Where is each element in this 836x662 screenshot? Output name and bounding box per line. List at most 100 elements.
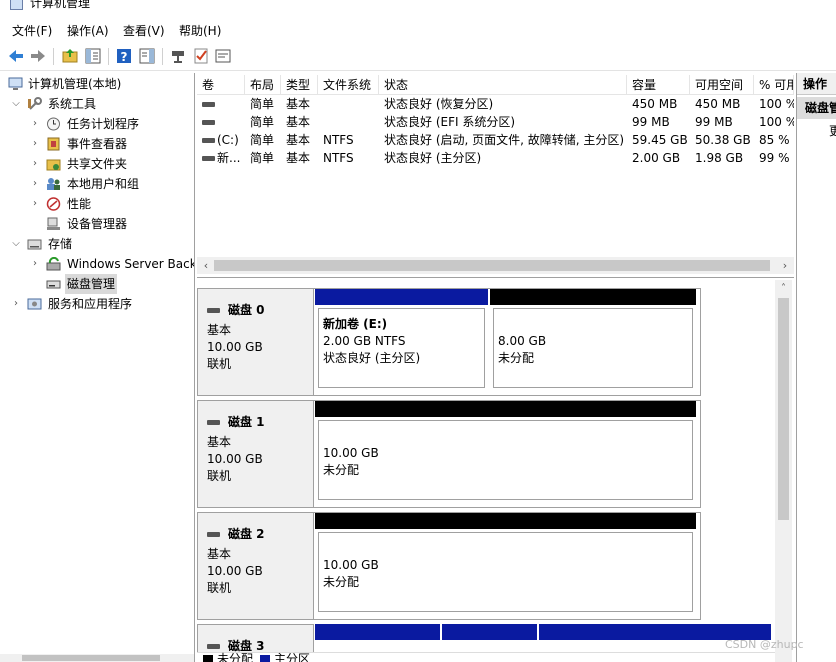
- table-row[interactable]: (C:) 简单 基本 NTFS 状态良好 (启动, 页面文件, 故障转储, 主分…: [197, 131, 794, 149]
- expand-chevron-icon[interactable]: ›: [29, 114, 41, 134]
- volume-list: 卷 布局 类型 文件系统 状态 容量 可用空间 % 可用 简单 基本 状态良好 …: [197, 73, 794, 278]
- navigation-tree: 计算机管理(本地) ⌵ 系统工具 › 任务计划程序 › 事件查看器 › 共享文件…: [0, 73, 195, 662]
- menu-help[interactable]: 帮助(H): [179, 23, 221, 39]
- menu-bar: 文件(F) 操作(A) 查看(V) 帮助(H): [0, 18, 836, 42]
- shared-folder-icon: [46, 159, 61, 171]
- disk-label[interactable]: 磁盘 3: [197, 624, 314, 652]
- table-row[interactable]: 简单 基本 状态良好 (EFI 系统分区) 99 MB 99 MB 100 %: [197, 113, 794, 131]
- actions-more-link[interactable]: 更: [829, 121, 836, 141]
- properties-icon[interactable]: [214, 47, 232, 65]
- table-row[interactable]: 新... 简单 基本 NTFS 状态良好 (主分区) 2.00 GB 1.98 …: [197, 149, 794, 167]
- tools-icon: [28, 97, 42, 110]
- scroll-left-icon[interactable]: ‹: [199, 258, 213, 273]
- computer-management-icon: [8, 77, 23, 90]
- volume-icon: [202, 102, 215, 107]
- disk-label[interactable]: 磁盘 2 基本 10.00 GB 联机: [197, 512, 314, 620]
- legend-unallocated-label: 未分配: [217, 652, 254, 662]
- disk-icon: [207, 644, 220, 649]
- partition-primary[interactable]: [442, 624, 537, 652]
- tree-item-disk-management[interactable]: 磁盘管理: [0, 274, 194, 294]
- disk-label[interactable]: 磁盘 0 基本 10.00 GB 联机: [197, 288, 314, 396]
- scroll-right-icon[interactable]: ›: [778, 258, 792, 273]
- legend-primary-label: 主分区: [274, 652, 311, 662]
- column-header-volume[interactable]: 卷: [197, 75, 245, 95]
- svg-text:?: ?: [121, 50, 128, 64]
- actions-section-disk-management[interactable]: 磁盘管: [797, 97, 836, 119]
- tree-item-root[interactable]: 计算机管理(本地): [0, 74, 194, 94]
- expand-chevron-icon[interactable]: ›: [29, 154, 41, 174]
- partition-primary[interactable]: [315, 624, 440, 652]
- partition-unallocated[interactable]: 10.00 GB 未分配: [315, 513, 696, 619]
- window-title: 计算机管理: [30, 0, 91, 10]
- computer-management-icon: [10, 0, 23, 10]
- expand-chevron-icon[interactable]: ›: [29, 134, 41, 154]
- partition-unallocated[interactable]: 8.00 GB 未分配: [490, 289, 696, 395]
- event-viewer-icon: [47, 137, 60, 151]
- scrollbar-thumb[interactable]: [778, 298, 789, 520]
- tree-horizontal-scrollbar[interactable]: [0, 654, 194, 662]
- performance-icon: [46, 197, 61, 211]
- clock-icon: [47, 117, 60, 131]
- expand-chevron-icon[interactable]: ›: [29, 194, 41, 214]
- disk-row: 磁盘 2 基本 10.00 GB 联机 10.00 GB 未分配: [197, 512, 775, 620]
- menu-action[interactable]: 操作(A): [67, 23, 109, 39]
- disk-row: 磁盘 3: [197, 624, 775, 652]
- show-hide-action-icon[interactable]: [138, 47, 156, 65]
- column-header-type[interactable]: 类型: [281, 75, 318, 95]
- partition-unallocated[interactable]: 10.00 GB 未分配: [315, 401, 696, 507]
- menu-view[interactable]: 查看(V): [123, 23, 165, 39]
- help-icon[interactable]: ?: [115, 47, 133, 65]
- tree-item-windows-server-backup[interactable]: › Windows Server Back: [0, 254, 194, 274]
- storage-icon: [27, 239, 42, 250]
- tree-item-task-scheduler[interactable]: › 任务计划程序: [0, 114, 194, 134]
- column-header-percent-free[interactable]: % 可用: [754, 75, 794, 95]
- scrollbar-thumb[interactable]: [214, 260, 770, 271]
- disk-icon: [207, 532, 220, 537]
- expand-chevron-icon[interactable]: ›: [29, 254, 41, 274]
- table-row[interactable]: 简单 基本 状态良好 (恢复分区) 450 MB 450 MB 100 %: [197, 95, 794, 113]
- tree-item-local-users[interactable]: › 本地用户和组: [0, 174, 194, 194]
- expand-chevron-icon[interactable]: ›: [10, 294, 22, 314]
- up-folder-icon[interactable]: [61, 47, 79, 65]
- back-arrow-icon[interactable]: [7, 47, 25, 65]
- column-header-filesystem[interactable]: 文件系统: [318, 75, 379, 95]
- device-manager-icon: [47, 217, 60, 230]
- tree-item-event-viewer[interactable]: › 事件查看器: [0, 134, 194, 154]
- volume-icon: [202, 156, 215, 161]
- volume-icon: [202, 138, 215, 143]
- collapse-chevron-icon[interactable]: ⌵: [10, 94, 22, 114]
- disk-label[interactable]: 磁盘 1 基本 10.00 GB 联机: [197, 400, 314, 508]
- legend: 未分配 主分区: [197, 652, 775, 662]
- services-icon: [27, 298, 42, 310]
- legend-unallocated-swatch: [203, 655, 213, 662]
- tree-item-device-manager[interactable]: 设备管理器: [0, 214, 194, 234]
- watermark: CSDN @zhupc: [725, 638, 804, 651]
- column-header-layout[interactable]: 布局: [245, 75, 281, 95]
- forward-arrow-icon[interactable]: [29, 47, 47, 65]
- actions-pane: 操作 磁盘管 更: [796, 73, 836, 662]
- connect-icon[interactable]: [169, 47, 187, 65]
- volume-list-horizontal-scrollbar[interactable]: ‹ ›: [197, 257, 794, 274]
- tree-item-shared-folders[interactable]: › 共享文件夹: [0, 154, 194, 174]
- column-header-capacity[interactable]: 容量: [627, 75, 690, 95]
- volume-icon: [202, 120, 215, 125]
- tree-item-services-apps[interactable]: › 服务和应用程序: [0, 294, 194, 314]
- check-icon[interactable]: [192, 47, 210, 65]
- title-bar: 计算机管理: [0, 0, 836, 14]
- disk-graphical-view: 磁盘 0 基本 10.00 GB 联机 新加卷 (E:) 2.00 GB NTF…: [197, 280, 794, 662]
- partition-primary[interactable]: 新加卷 (E:) 2.00 GB NTFS 状态良好 (主分区): [315, 289, 488, 395]
- volume-list-header: 卷 布局 类型 文件系统 状态 容量 可用空间 % 可用: [197, 75, 794, 95]
- toolbar: ?: [0, 43, 836, 71]
- disk-view-vertical-scrollbar[interactable]: ˄: [775, 280, 792, 662]
- expand-chevron-icon[interactable]: ›: [29, 174, 41, 194]
- collapse-chevron-icon[interactable]: ⌵: [10, 234, 22, 254]
- users-icon: [47, 178, 60, 190]
- scroll-up-icon[interactable]: ˄: [777, 281, 790, 296]
- column-header-free-space[interactable]: 可用空间: [690, 75, 754, 95]
- tree-item-storage[interactable]: ⌵ 存储: [0, 234, 194, 254]
- show-hide-tree-icon[interactable]: [84, 47, 102, 65]
- menu-file[interactable]: 文件(F): [12, 23, 52, 39]
- column-header-status[interactable]: 状态: [379, 75, 627, 95]
- tree-item-system-tools[interactable]: ⌵ 系统工具: [0, 94, 194, 114]
- tree-item-performance[interactable]: › 性能: [0, 194, 194, 214]
